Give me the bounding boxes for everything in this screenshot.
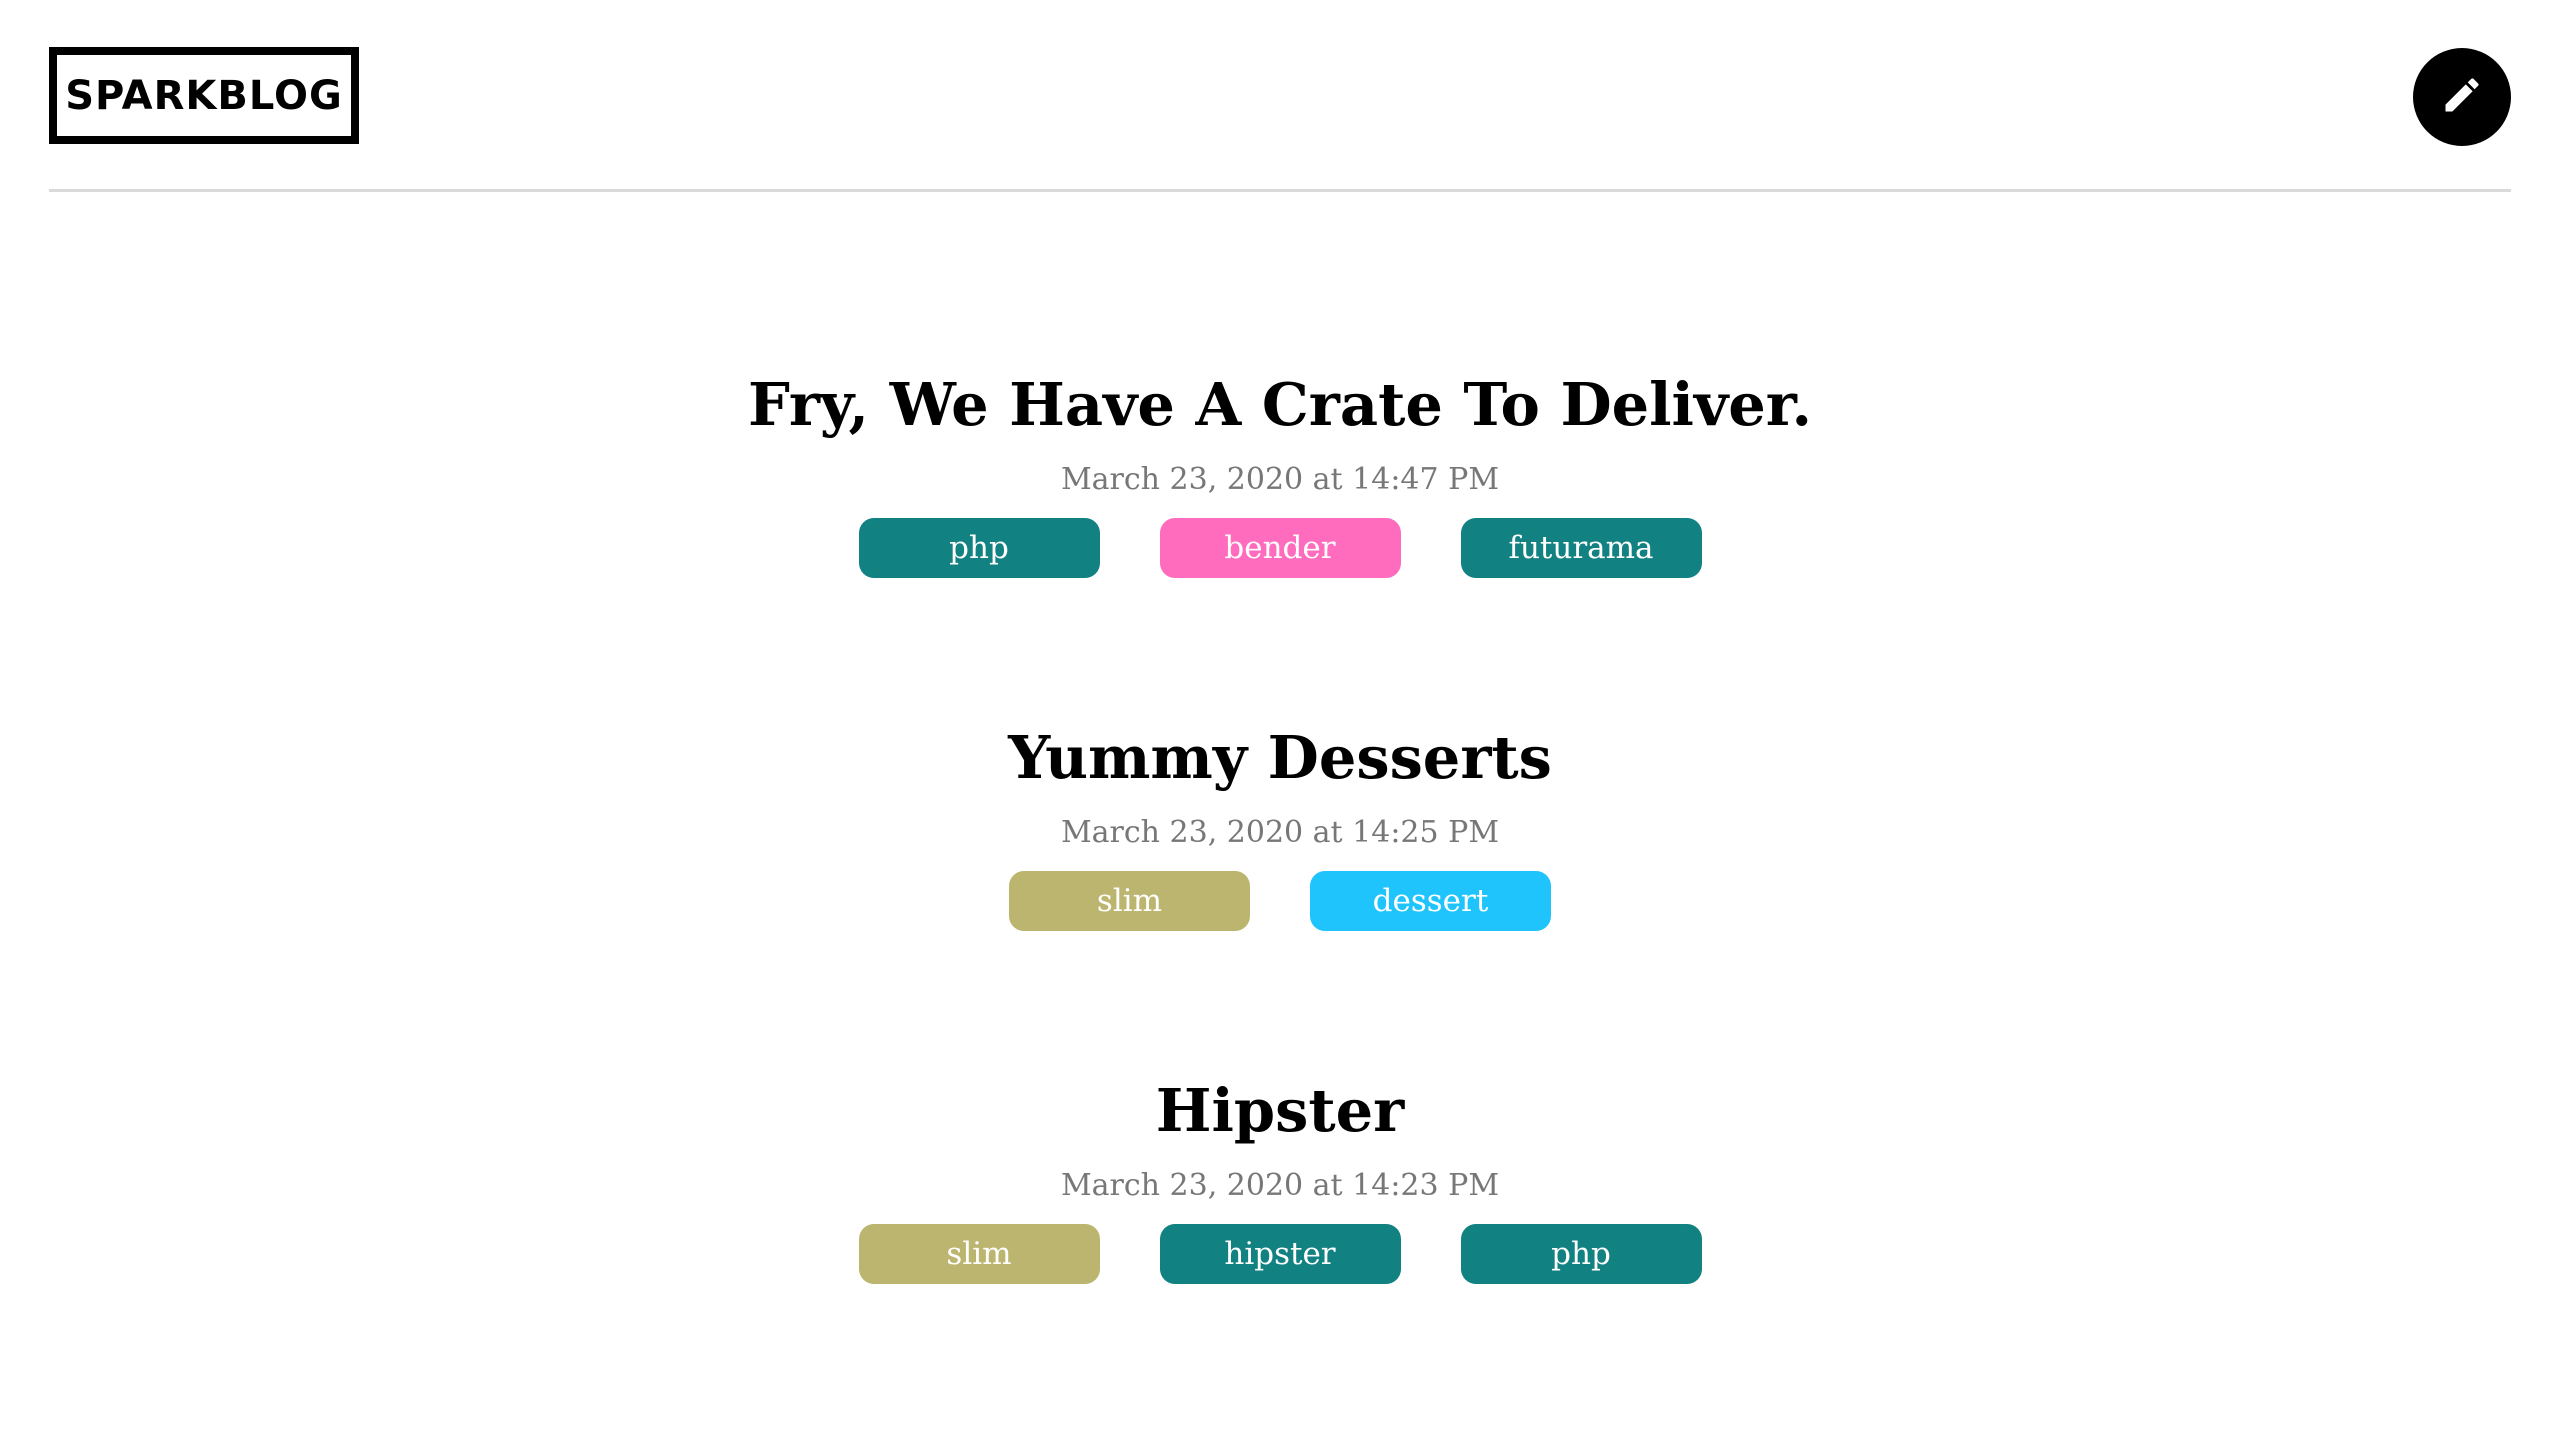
tag-bender[interactable]: bender xyxy=(1159,518,1401,578)
tag-hipster[interactable]: hipster xyxy=(1159,1224,1401,1284)
post-title[interactable]: Yummy Desserts xyxy=(0,703,2560,813)
post-list: Fry, We Have A Crate To Deliver. March 2… xyxy=(0,350,2560,1409)
page: SPARKBLOG Fry, We Have A Crate To Delive… xyxy=(0,0,2560,1442)
site-logo[interactable]: SPARKBLOG xyxy=(49,47,359,144)
post-tags: slim hipster php xyxy=(0,1224,2560,1284)
post-tags: slim dessert xyxy=(0,871,2560,931)
post-item: Hipster March 23, 2020 at 14:23 PM slim … xyxy=(0,1056,2560,1409)
post-tags: php bender futurama xyxy=(0,518,2560,578)
post-item: Fry, We Have A Crate To Deliver. March 2… xyxy=(0,350,2560,703)
post-title[interactable]: Fry, We Have A Crate To Deliver. xyxy=(0,350,2560,460)
edit-post-button[interactable] xyxy=(2413,48,2511,146)
tag-php[interactable]: php xyxy=(858,518,1100,578)
tag-slim[interactable]: slim xyxy=(858,1224,1100,1284)
post-date: March 23, 2020 at 14:23 PM xyxy=(1060,1168,1500,1203)
post-title[interactable]: Hipster xyxy=(0,1056,2560,1166)
tag-dessert[interactable]: dessert xyxy=(1310,871,1551,931)
tag-futurama[interactable]: futurama xyxy=(1460,518,1702,578)
post-date: March 23, 2020 at 14:25 PM xyxy=(1060,815,1500,850)
pencil-icon xyxy=(2440,73,2484,122)
tag-slim[interactable]: slim xyxy=(1009,871,1250,931)
post-date: March 23, 2020 at 14:47 PM xyxy=(1060,462,1500,497)
site-header: SPARKBLOG xyxy=(49,0,2511,192)
post-item: Yummy Desserts March 23, 2020 at 14:25 P… xyxy=(0,703,2560,1056)
tag-php[interactable]: php xyxy=(1460,1224,1702,1284)
